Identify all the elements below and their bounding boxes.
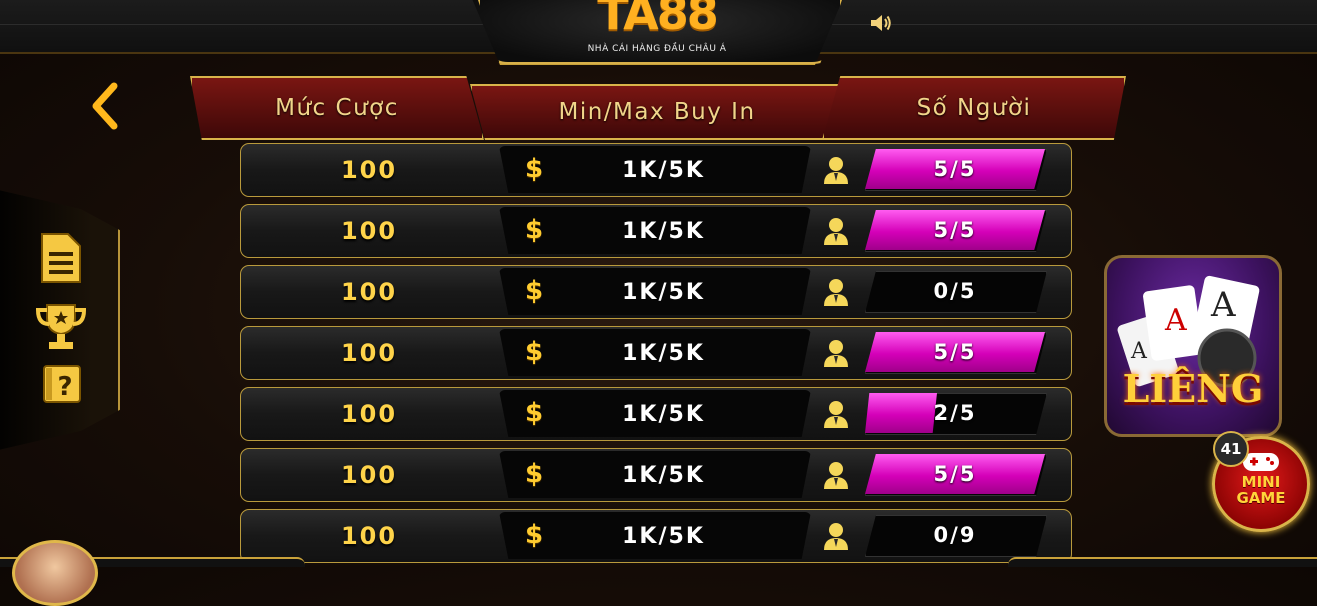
speaker-icon[interactable] [869, 12, 893, 34]
svg-text:A: A [1210, 285, 1236, 325]
dollar-icon: $ [525, 276, 544, 306]
buy-in-range: 1K/5K [622, 218, 705, 244]
buy-in-range: 1K/5K [622, 401, 705, 427]
player-count: 2/5 [933, 401, 977, 425]
mini-game-badge: 41 [1213, 431, 1249, 467]
table-row[interactable]: 100 $1K/5K 5/5 [240, 326, 1072, 380]
player-count: 5/5 [933, 340, 977, 364]
table-row[interactable]: 100 $1K/5K 5/5 [240, 204, 1072, 258]
column-header-players[interactable]: Số Người [822, 76, 1126, 140]
buy-in-range: 1K/5K [622, 340, 705, 366]
dollar-icon: $ [525, 520, 544, 550]
person-icon [821, 155, 851, 185]
table-row[interactable]: 100 $1K/5K 0/9 [240, 509, 1072, 563]
mini-game-label-line1: MINI [1241, 473, 1281, 491]
bet-amount: 100 [340, 461, 398, 489]
person-icon [821, 338, 851, 368]
svg-text:A: A [1130, 339, 1148, 364]
person-icon [821, 521, 851, 551]
bet-amount: 100 [340, 522, 398, 550]
dollar-icon: $ [525, 459, 544, 489]
buy-in-range: 1K/5K [622, 157, 705, 183]
bet-amount: 100 [340, 156, 398, 184]
help-icon[interactable]: ? [42, 364, 82, 404]
trophy-icon[interactable] [35, 302, 87, 352]
bet-amount: 100 [340, 339, 398, 367]
bet-amount: 100 [340, 278, 398, 306]
player-count: 0/5 [933, 279, 977, 303]
game-title: LIÊNG [1122, 366, 1264, 411]
table-row[interactable]: 100 $1K/5K 0/5 [240, 265, 1072, 319]
player-count: 5/5 [933, 218, 977, 242]
person-icon [821, 216, 851, 246]
mini-game-label-line2: GAME [1236, 489, 1286, 507]
column-header-bet[interactable]: Mức Cược [190, 76, 484, 140]
bet-amount: 100 [340, 217, 398, 245]
player-count: 5/5 [933, 157, 977, 181]
bottom-right-bar [1008, 557, 1317, 567]
buy-in-range: 1K/5K [622, 462, 705, 488]
dollar-icon: $ [525, 337, 544, 367]
buy-in-range: 1K/5K [622, 523, 705, 549]
player-count: 0/9 [933, 523, 977, 547]
table-row[interactable]: 100 $1K/5K 5/5 [240, 448, 1072, 502]
game-card-lieng[interactable]: A A A LIÊNG [1104, 255, 1282, 437]
mini-game-label: MINI GAME [1212, 474, 1310, 506]
dollar-icon: $ [525, 154, 544, 184]
table-row[interactable]: 100 $1K/5K 5/5 [240, 143, 1072, 197]
table-row[interactable]: 100 $1K/5K 2/5 [240, 387, 1072, 441]
person-icon [821, 460, 851, 490]
chevron-left-icon[interactable] [86, 82, 126, 130]
dollar-icon: $ [525, 215, 544, 245]
person-icon [821, 399, 851, 429]
logo-tagline: NHÀ CÁI HÀNG ĐẦU CHÂU Á [587, 44, 727, 54]
person-icon [821, 277, 851, 307]
svg-text:A: A [1164, 303, 1187, 338]
logo: TA88 [597, 0, 718, 40]
dollar-icon: $ [525, 398, 544, 428]
document-icon[interactable] [38, 230, 84, 286]
column-header-buy-in[interactable]: Min/Max Buy In [470, 84, 844, 140]
player-count: 5/5 [933, 462, 977, 486]
bet-amount: 100 [340, 400, 398, 428]
avatar[interactable] [12, 540, 98, 606]
svg-text:?: ? [57, 372, 72, 402]
buy-in-range: 1K/5K [622, 279, 705, 305]
